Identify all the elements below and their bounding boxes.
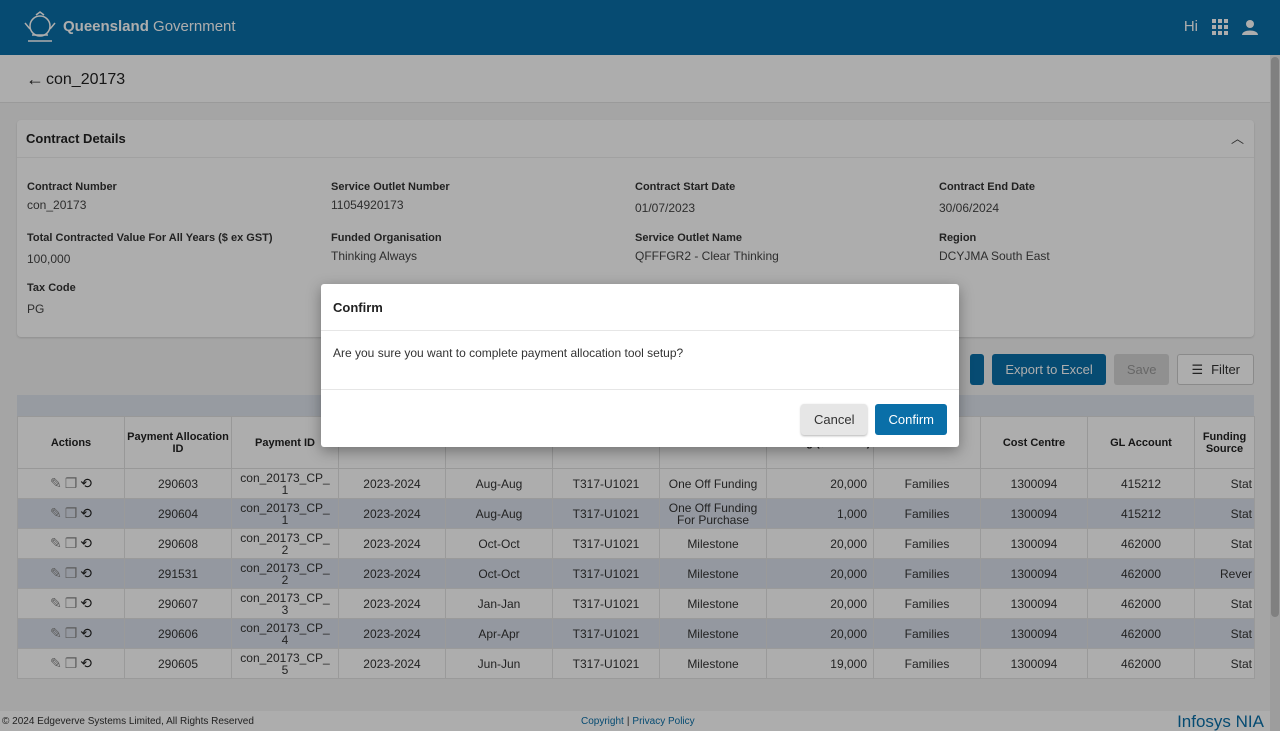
dialog-title: Confirm (321, 284, 959, 331)
dialog-actions: Cancel Confirm (801, 404, 947, 435)
dialog-message: Are you sure you want to complete paymen… (321, 331, 959, 390)
cancel-button[interactable]: Cancel (801, 404, 868, 435)
confirm-dialog: Confirm Are you sure you want to complet… (321, 284, 959, 447)
confirm-button[interactable]: Confirm (875, 404, 947, 435)
